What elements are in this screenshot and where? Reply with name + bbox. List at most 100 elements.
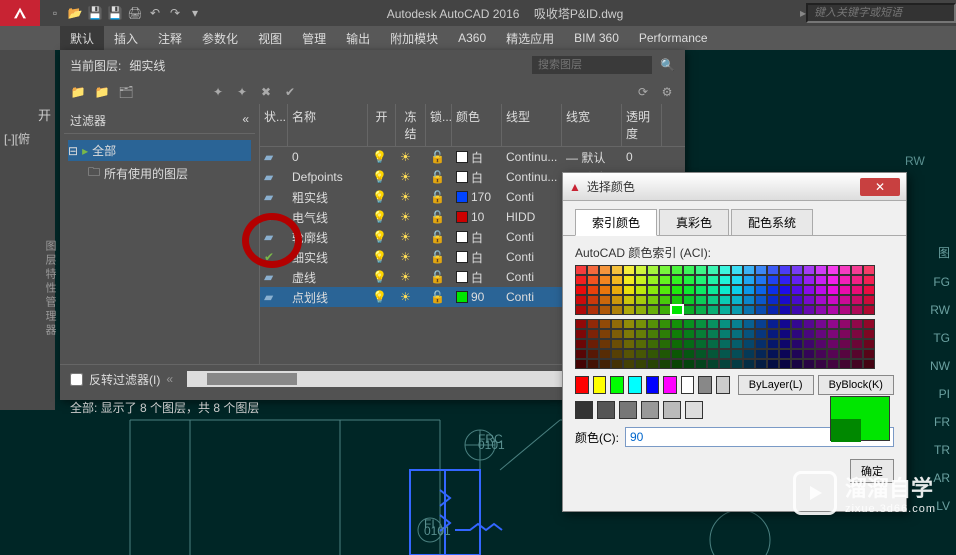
undo-icon[interactable]: ↶ [146,4,164,22]
palette-cell[interactable] [791,349,803,359]
palette-cell[interactable] [611,319,623,329]
palette-cell[interactable] [827,295,839,305]
palette-cell[interactable] [671,349,683,359]
palette-cell[interactable] [755,359,767,369]
palette-cell[interactable] [827,319,839,329]
palette-cell[interactable] [827,359,839,369]
palette-cell[interactable] [815,285,827,295]
palette-cell[interactable] [659,339,671,349]
palette-cell[interactable] [815,305,827,315]
palette-cell[interactable] [743,285,755,295]
std-gray[interactable] [698,376,712,394]
palette-cell[interactable] [635,339,647,349]
std-green[interactable] [610,376,624,394]
palette-cell[interactable] [635,305,647,315]
palette-cell[interactable] [659,319,671,329]
palette-cell[interactable] [635,285,647,295]
bylayer-button[interactable]: ByLayer(L) [738,375,814,395]
palette-cell[interactable] [803,265,815,275]
palette-cell[interactable] [767,349,779,359]
palette-cell[interactable] [827,265,839,275]
search-icon[interactable]: 🔍 [660,58,675,72]
std-red[interactable] [575,376,589,394]
palette-cell[interactable] [635,319,647,329]
palette-cell[interactable] [611,305,623,315]
close-button[interactable]: ✕ [860,178,900,196]
palette-cell[interactable] [851,339,863,349]
palette-cell[interactable] [575,275,587,285]
tab-annotate[interactable]: 注释 [148,26,192,51]
palette-cell[interactable] [695,329,707,339]
tab-a360[interactable]: A360 [448,27,496,49]
palette-cell[interactable] [587,329,599,339]
palette-cell[interactable] [767,295,779,305]
palette-cell[interactable] [731,359,743,369]
palette-cell[interactable] [599,305,611,315]
palette-cell[interactable] [815,265,827,275]
palette-cell[interactable] [779,339,791,349]
new-icon[interactable]: ▫ [46,4,64,22]
palette-cell[interactable] [647,339,659,349]
palette-cell[interactable] [635,329,647,339]
palette-cell[interactable] [803,285,815,295]
palette-cell[interactable] [767,305,779,315]
palette-cell[interactable] [779,295,791,305]
palette-cell[interactable] [803,319,815,329]
save-icon[interactable]: 💾 [86,4,104,22]
palette-cell[interactable] [575,339,587,349]
palette-cell[interactable] [731,319,743,329]
palette-cell[interactable] [707,305,719,315]
palette-cell[interactable] [707,339,719,349]
palette-cell[interactable] [707,285,719,295]
expand-icon[interactable]: « [166,372,173,386]
col-trans[interactable]: 透明度 [622,104,662,146]
palette-cell[interactable] [599,285,611,295]
new-group-icon[interactable]: 📁 [94,84,110,100]
palette-cell[interactable] [731,275,743,285]
palette-cell[interactable] [647,349,659,359]
palette-cell[interactable] [647,285,659,295]
palette-cell[interactable] [719,265,731,275]
palette-cell[interactable] [731,339,743,349]
palette-cell[interactable] [623,265,635,275]
palette-cell[interactable] [623,319,635,329]
palette-cell[interactable] [755,329,767,339]
palette-cell[interactable] [767,339,779,349]
col-color[interactable]: 颜色 [452,104,502,146]
palette-cell[interactable] [719,285,731,295]
palette-cell[interactable] [647,319,659,329]
palette-cell[interactable] [683,329,695,339]
palette-cell[interactable] [815,295,827,305]
palette-cell[interactable] [599,339,611,349]
palette-cell[interactable] [575,265,587,275]
palette-cell[interactable] [851,349,863,359]
palette-cell[interactable] [623,329,635,339]
invert-filter-checkbox[interactable] [70,373,83,386]
palette-cell[interactable] [695,285,707,295]
palette-cell[interactable] [635,275,647,285]
palette-cell[interactable] [575,295,587,305]
start-tab[interactable]: 开 [38,105,51,124]
palette-cell[interactable] [719,339,731,349]
palette-cell[interactable] [611,275,623,285]
palette-cell[interactable] [827,339,839,349]
palette-cell[interactable] [851,265,863,275]
palette-cell[interactable] [599,295,611,305]
palette-cell[interactable] [695,305,707,315]
palette-cell[interactable] [671,295,683,305]
palette-cell[interactable] [743,295,755,305]
app-logo[interactable] [0,0,40,26]
palette-cell[interactable] [767,359,779,369]
palette-cell[interactable] [851,329,863,339]
palette-cell[interactable] [803,359,815,369]
palette-cell[interactable] [863,319,875,329]
palette-cell[interactable] [779,319,791,329]
keyword-search[interactable] [806,3,956,23]
tab-default[interactable]: 默认 [60,26,104,51]
palette-cell[interactable] [863,329,875,339]
tab-perf[interactable]: Performance [629,27,718,49]
std-white[interactable] [681,376,695,394]
palette-cell[interactable] [707,349,719,359]
delete-layer-icon[interactable]: ✖ [258,84,274,100]
palette-cell[interactable] [839,305,851,315]
